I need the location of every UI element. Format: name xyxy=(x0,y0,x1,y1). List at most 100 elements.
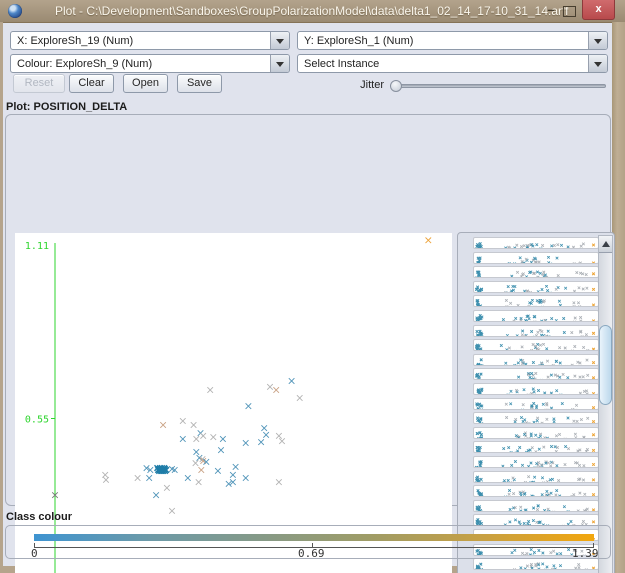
strip-plot xyxy=(474,387,598,395)
strip-plot xyxy=(474,402,598,410)
reset-button: Reset xyxy=(13,74,65,93)
attribute-strip[interactable] xyxy=(473,427,599,439)
instance-select[interactable]: Select Instance xyxy=(297,54,608,73)
attribute-strip[interactable] xyxy=(473,325,599,337)
data-point[interactable] xyxy=(194,449,200,455)
data-point[interactable] xyxy=(243,475,249,481)
clear-button[interactable]: Clear xyxy=(69,74,114,93)
attribute-strip[interactable] xyxy=(473,354,599,366)
combo-arrow-box[interactable] xyxy=(588,55,607,72)
data-point[interactable] xyxy=(263,432,269,438)
data-point[interactable] xyxy=(180,418,186,424)
scroll-up-button[interactable] xyxy=(599,236,612,253)
attribute-strip[interactable] xyxy=(473,339,599,351)
attribute-strip[interactable] xyxy=(473,295,599,307)
open-button[interactable]: Open xyxy=(123,74,168,93)
data-point[interactable] xyxy=(273,387,279,393)
data-point[interactable] xyxy=(276,433,282,439)
attribute-strip[interactable] xyxy=(473,398,599,410)
strip-plot xyxy=(474,285,598,293)
combo-arrow-box[interactable] xyxy=(270,55,289,72)
plot-title: Plot: POSITION_DELTA xyxy=(6,101,127,113)
data-point[interactable] xyxy=(297,395,303,401)
attribute-strip[interactable] xyxy=(473,383,599,395)
jitter-slider[interactable] xyxy=(390,84,606,88)
window-title: Plot - C:\Development\Sandboxes\GroupPol… xyxy=(55,4,568,18)
attribute-strip[interactable] xyxy=(473,412,599,424)
data-point[interactable] xyxy=(246,403,252,409)
strip-plot xyxy=(474,445,598,453)
y-attribute-select[interactable]: Y: ExploreSh_1 (Num) xyxy=(297,31,608,50)
attribute-strip[interactable] xyxy=(473,266,599,278)
close-button[interactable]: x xyxy=(582,0,615,20)
data-point[interactable] xyxy=(243,440,249,446)
data-point[interactable] xyxy=(289,378,295,384)
attribute-strip[interactable] xyxy=(473,281,599,293)
combo-arrow-box[interactable] xyxy=(270,32,289,49)
strip-plot xyxy=(474,562,598,570)
attribute-strip[interactable] xyxy=(473,237,599,249)
data-point[interactable] xyxy=(215,468,221,474)
data-point[interactable] xyxy=(261,425,267,431)
class-mid-label: 0.69 xyxy=(298,547,325,560)
data-point[interactable] xyxy=(164,485,170,491)
data-point[interactable] xyxy=(199,467,205,473)
data-point[interactable] xyxy=(135,475,141,481)
strip-plot xyxy=(474,343,598,351)
data-point[interactable] xyxy=(146,475,152,481)
data-point[interactable] xyxy=(191,422,197,428)
attribute-strip[interactable] xyxy=(473,310,599,322)
chevron-down-icon xyxy=(594,62,602,67)
chevron-down-icon xyxy=(276,62,284,67)
strip-scrollbar[interactable] xyxy=(598,235,613,573)
data-point[interactable] xyxy=(207,387,213,393)
data-point[interactable] xyxy=(102,472,108,478)
instance-select-value: Select Instance xyxy=(304,58,379,70)
strip-plot xyxy=(474,489,598,497)
jitter-label: Jitter xyxy=(352,79,384,91)
colour-attribute-select[interactable]: Colour: ExploreSh_9 (Num) xyxy=(10,54,290,73)
attribute-strip[interactable] xyxy=(473,441,599,453)
data-point[interactable] xyxy=(194,436,200,442)
attribute-strip[interactable] xyxy=(473,456,599,468)
data-point[interactable] xyxy=(276,479,282,485)
data-point[interactable] xyxy=(218,447,224,453)
data-point[interactable] xyxy=(153,492,159,498)
data-point[interactable] xyxy=(185,475,191,481)
minimize-button[interactable]: – xyxy=(543,3,559,19)
data-point[interactable] xyxy=(180,436,186,442)
data-point[interactable] xyxy=(426,238,432,244)
data-point[interactable] xyxy=(258,439,264,445)
save-button[interactable]: Save xyxy=(177,74,222,93)
class-colour-gradient[interactable] xyxy=(34,534,594,541)
data-point[interactable] xyxy=(211,434,217,440)
titlebar[interactable]: Plot - C:\Development\Sandboxes\GroupPol… xyxy=(0,0,625,23)
scrollbar-thumb[interactable] xyxy=(599,325,612,405)
window-frame-left xyxy=(0,22,3,573)
attribute-strip[interactable] xyxy=(473,252,599,264)
maximize-button[interactable] xyxy=(563,6,576,17)
combo-arrow-box[interactable] xyxy=(588,32,607,49)
data-point[interactable] xyxy=(220,436,226,442)
chevron-down-icon xyxy=(594,39,602,44)
data-point[interactable] xyxy=(230,472,236,478)
attribute-strip[interactable] xyxy=(473,485,599,497)
x-attribute-select[interactable]: X: ExploreSh_19 (Num) xyxy=(10,31,290,50)
attribute-strip[interactable] xyxy=(473,471,599,483)
data-point[interactable] xyxy=(267,384,273,390)
data-point[interactable] xyxy=(233,464,239,470)
data-point[interactable] xyxy=(169,508,175,514)
data-point[interactable] xyxy=(196,479,202,485)
data-point[interactable] xyxy=(103,477,109,483)
attribute-strip[interactable] xyxy=(473,500,599,512)
data-point[interactable] xyxy=(279,438,285,444)
app-icon xyxy=(8,4,22,18)
data-point[interactable] xyxy=(160,422,166,428)
scatter-panel[interactable]: 00.551.1100.490.99 xyxy=(15,233,452,573)
data-point[interactable] xyxy=(193,460,199,466)
chevron-down-icon xyxy=(276,39,284,44)
attribute-strip[interactable] xyxy=(473,368,599,380)
data-point[interactable] xyxy=(200,433,206,439)
jitter-slider-knob[interactable] xyxy=(390,80,402,92)
scatter-plot[interactable]: 00.551.1100.490.99 xyxy=(15,233,452,573)
